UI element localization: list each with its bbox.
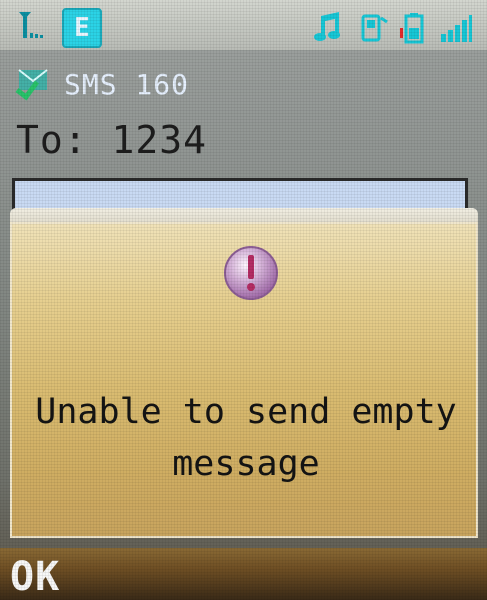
softkey-bar: OK bbox=[0, 548, 487, 600]
phone-icon bbox=[361, 14, 388, 42]
signal-antenna-icon bbox=[19, 12, 43, 38]
sms-counter: SMS 160 bbox=[64, 67, 190, 101]
battery-icon bbox=[400, 13, 424, 44]
dialog-body: Unable to send empty message bbox=[10, 222, 478, 538]
music-note-icon bbox=[314, 12, 340, 41]
exclamation-icon bbox=[224, 246, 278, 300]
dialog-message: Unable to send empty message bbox=[35, 392, 457, 484]
signal-strength-icon bbox=[441, 15, 472, 42]
ok-softkey-button[interactable]: OK bbox=[10, 554, 60, 600]
recipient-line[interactable]: To: 1234 bbox=[16, 118, 207, 162]
status-icons bbox=[313, 8, 473, 44]
alert-dialog: Unable to send empty message bbox=[10, 208, 478, 538]
edge-network-badge: E bbox=[62, 8, 102, 48]
status-bar: E bbox=[0, 0, 487, 50]
sms-icon bbox=[15, 69, 48, 101]
message-header: SMS 160 bbox=[14, 62, 189, 106]
phone-screen: E SMS 160 To: 1234 Unable to send empty … bbox=[0, 0, 487, 600]
